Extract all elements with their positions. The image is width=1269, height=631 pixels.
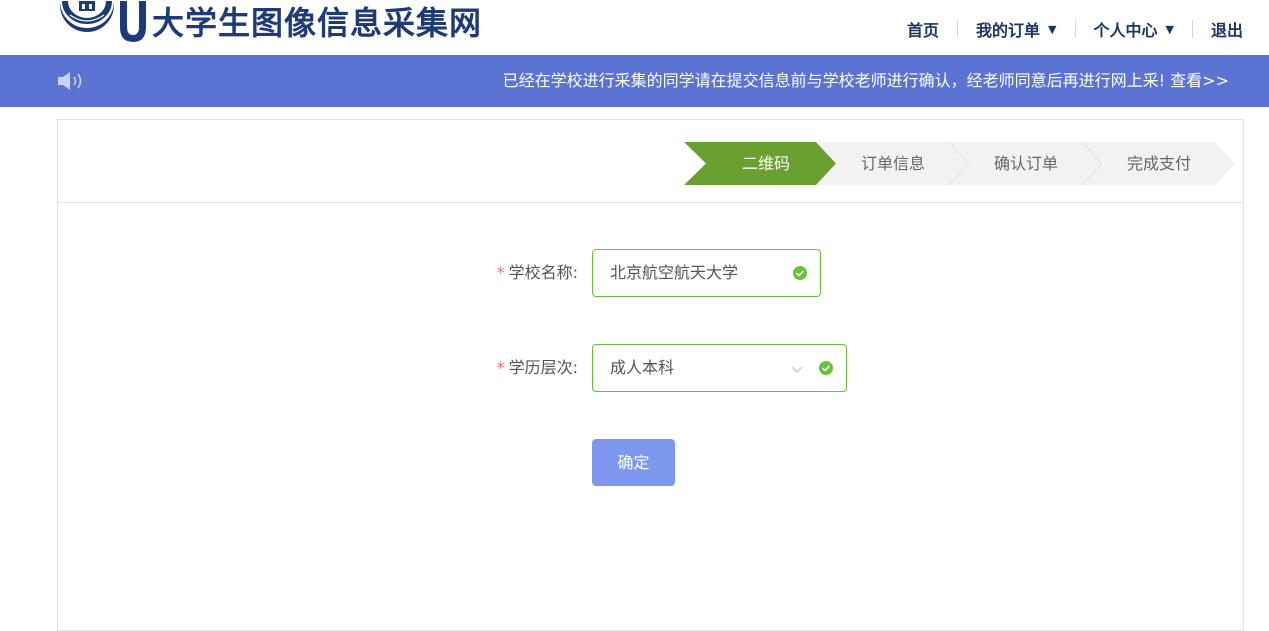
school-name-label-text: 学校名称: [508,263,578,282]
nav-orders-label: 我的订单 [976,21,1041,40]
site-logo[interactable]: 大学生图像信息采集网 [58,0,482,46]
education-level-row: * 学历层次: 成人本科 [58,344,1243,392]
education-level-label: * 学历层次: [497,344,578,392]
school-name-value: 北京航空航天大学 [610,263,739,282]
notice-message: 已经在学校进行采集的同学请在提交信息前与学校老师进行确认，经老师同意后再进行网上… [503,55,1229,107]
check-circle-icon [793,266,807,280]
speaker-icon [58,71,88,91]
check-circle-icon [819,361,833,375]
nav-orders-menu[interactable]: 我的订单 ▼ [976,17,1056,41]
step-label: 完成支付 [1126,154,1191,173]
nav-divider [957,20,959,38]
nav-logout-link[interactable]: 退出 [1211,17,1243,41]
confirm-button[interactable]: 确定 [592,439,675,486]
school-name-input[interactable]: 北京航空航天大学 [592,249,821,297]
step-order-info: 订单信息 [817,142,969,185]
nav-divider [1191,20,1193,38]
step-payment: 完成支付 [1083,142,1235,185]
notice-banner: 已经在学校进行采集的同学请在提交信息前与学校老师进行确认，经老师同意后再进行网上… [0,55,1269,107]
nav-profile-menu[interactable]: 个人中心 ▼ [1094,17,1174,41]
top-nav: 首页 我的订单 ▼ 个人中心 ▼ 退出 [907,17,1243,41]
university-seal-icon [58,0,116,45]
required-mark: * [496,263,505,282]
nav-profile-label: 个人中心 [1093,21,1158,40]
step-label: 订单信息 [860,154,925,173]
step-qrcode: 二维码 [684,142,836,185]
nav-home-link[interactable]: 首页 [907,17,939,41]
chevron-down-icon [790,361,804,375]
caret-down-icon: ▼ [1048,22,1057,36]
school-name-label: * 学校名称: [497,249,578,297]
nav-divider [1074,20,1076,38]
order-panel: 二维码 订单信息 确认订单 完成支付 * 学校名称: 北京航空航天大学 * 学历… [57,119,1244,631]
step-confirm-order: 确认订单 [950,142,1102,185]
education-level-label-text: 学历层次: [508,358,578,377]
logo-u-icon [116,1,150,45]
notice-more-link[interactable]: 查看>> [1170,71,1229,90]
header: 大学生图像信息采集网 首页 我的订单 ▼ 个人中心 ▼ 退出 [0,0,1269,55]
notice-text: 已经在学校进行采集的同学请在提交信息前与学校老师进行确认，经老师同意后再进行网上… [502,71,1166,90]
caret-down-icon: ▼ [1165,22,1174,36]
education-level-value: 成人本科 [610,358,675,377]
progress-steps: 二维码 订单信息 确认订单 完成支付 [684,142,1236,185]
steps-bar: 二维码 订单信息 确认订单 完成支付 [58,120,1243,203]
required-mark: * [496,358,505,377]
site-title: 大学生图像信息采集网 [152,4,483,42]
step-label: 确认订单 [993,154,1058,173]
education-level-select[interactable]: 成人本科 [592,344,847,392]
school-name-row: * 学校名称: 北京航空航天大学 [58,249,1243,297]
